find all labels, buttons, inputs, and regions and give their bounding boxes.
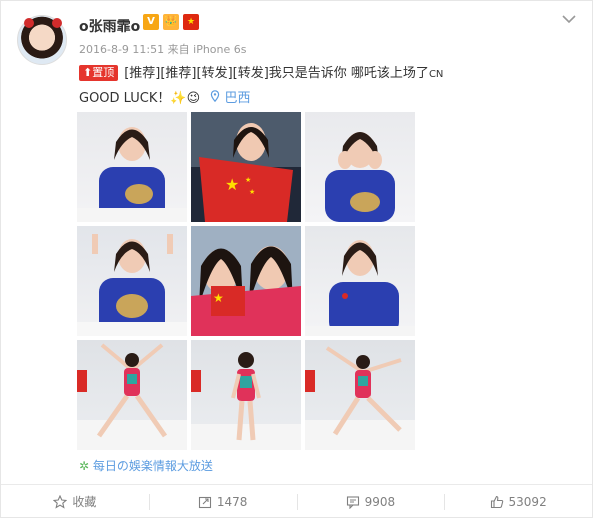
like-count: 53092 <box>508 494 547 509</box>
post-text: ⬆置顶 [推荐][推荐][转发][转发]我只是告诉你 哪吒该上场了CN GOOD … <box>79 62 579 111</box>
hair-bow-right <box>52 18 62 28</box>
favorite-label: 收藏 <box>72 495 97 509</box>
action-bar: 收藏 1478 9908 53092 <box>1 484 592 518</box>
photo-4[interactable] <box>77 226 187 336</box>
svg-text:★: ★ <box>245 176 251 184</box>
verified-badge-icon[interactable]: V <box>143 14 159 30</box>
source-app-link[interactable]: ✲ 每日の娛楽情報大放送 <box>79 457 213 474</box>
svg-text:★: ★ <box>225 175 239 194</box>
pinned-label: 置顶 <box>92 66 115 79</box>
user-badges: V 👑 ★ <box>143 14 199 30</box>
post-text-suffix: CN <box>428 69 444 80</box>
location-link[interactable]: 巴西 <box>210 90 251 106</box>
svg-text:★: ★ <box>213 291 224 305</box>
photo-9[interactable] <box>305 340 415 450</box>
location-pin-icon <box>211 90 220 103</box>
thumbs-up-icon <box>490 495 503 508</box>
location-label: 巴西 <box>224 91 251 106</box>
source-app-label: 每日の娛楽情報大放送 <box>92 459 213 473</box>
like-button[interactable]: 53092 <box>444 485 592 518</box>
post-timestamp[interactable]: 2016-8-9 11:51 <box>79 43 164 56</box>
user-avatar[interactable] <box>17 15 67 65</box>
photo-3[interactable] <box>305 112 415 222</box>
username-link[interactable]: o张雨霏o <box>79 16 140 36</box>
photo-6[interactable] <box>305 226 415 336</box>
photo-1[interactable] <box>77 112 187 222</box>
china-flag-badge-icon[interactable]: ★ <box>183 14 199 30</box>
post-text-main: [推荐][推荐][转发][转发]我只是告诉你 哪吒该上场了 <box>124 66 429 81</box>
photo-7[interactable] <box>77 340 187 450</box>
post-text-line2: GOOD LUCK！ <box>79 91 171 106</box>
comment-icon <box>346 495 359 509</box>
crown-badge-icon[interactable]: 👑 <box>163 14 179 30</box>
weibo-post-card: o张雨霏o V 👑 ★ 2016-8-9 11:51 来自 iPhone 6s … <box>0 0 593 518</box>
pinned-badge: ⬆置顶 <box>79 65 119 81</box>
post-meta: 2016-8-9 11:51 来自 iPhone 6s <box>79 41 247 57</box>
chevron-down-icon[interactable] <box>561 11 577 27</box>
post-source-device: 来自 iPhone 6s <box>167 43 247 56</box>
photo-8[interactable] <box>191 340 301 450</box>
favorite-button[interactable]: 收藏 <box>1 485 149 518</box>
photo-5[interactable]: ★ <box>191 226 301 336</box>
comment-count: 9908 <box>364 494 396 509</box>
pin-icon: ⬆ <box>83 66 93 79</box>
svg-text:★: ★ <box>249 188 255 196</box>
repost-count: 1478 <box>216 494 248 509</box>
hair-bow-left <box>24 18 34 28</box>
smile-emoji-icon: 😉 <box>186 91 201 106</box>
repost-icon <box>198 496 211 508</box>
comment-button[interactable]: 9908 <box>296 485 445 518</box>
sparkle-emoji-icon: ✨ <box>170 91 187 106</box>
photo-2[interactable]: ★ ★ ★ <box>191 112 301 222</box>
star-icon <box>53 494 68 509</box>
repost-button[interactable]: 1478 <box>148 485 297 518</box>
sparkle-icon: ✲ <box>79 459 90 473</box>
